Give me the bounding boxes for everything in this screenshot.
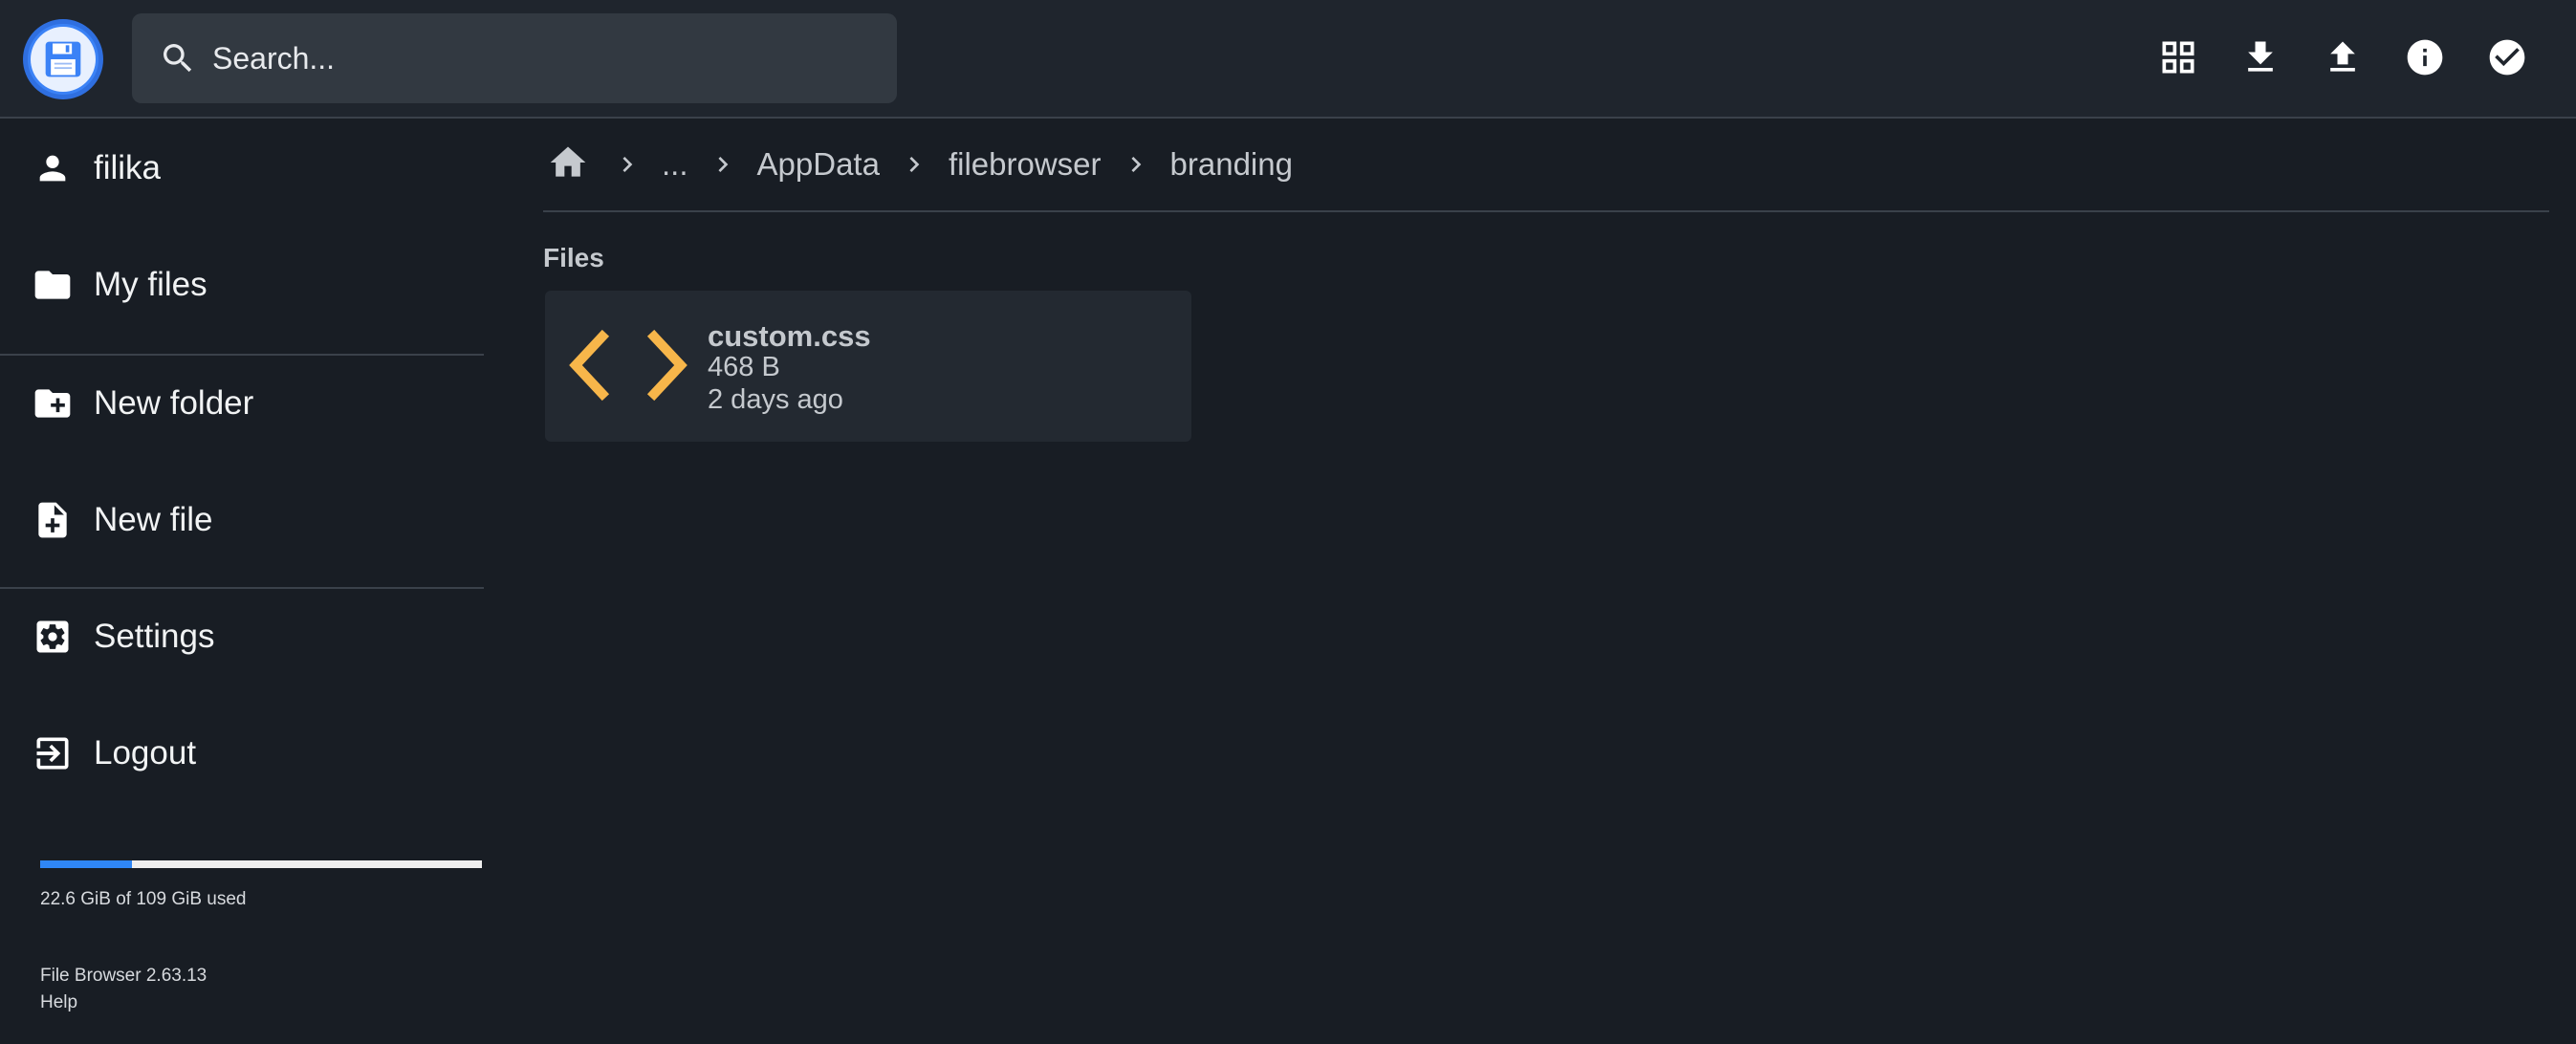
chevron-right-icon	[1119, 147, 1153, 182]
grid-view-icon	[2157, 36, 2199, 83]
file-size: 468 B	[708, 352, 780, 382]
file-item[interactable]: custom.css 468 B 2 days ago	[545, 291, 1191, 442]
sidebar-item-label: filika	[94, 149, 162, 186]
breadcrumb-home[interactable]	[543, 140, 593, 189]
breadcrumb-ellipsis[interactable]: ...	[662, 146, 688, 183]
code-icon	[566, 317, 690, 413]
sidebar-item-label: My files	[94, 266, 207, 303]
breadcrumb-filebrowser[interactable]: filebrowser	[949, 146, 1102, 183]
note-add-icon	[31, 498, 75, 542]
files-section-title: Files	[543, 243, 604, 272]
chevron-right-icon	[706, 147, 740, 182]
sidebar-item-label: New folder	[94, 384, 254, 422]
check-circle-icon	[2486, 36, 2528, 83]
home-icon	[547, 141, 589, 188]
sidebar-item-label: Logout	[94, 734, 197, 772]
download-button[interactable]	[2230, 29, 2291, 90]
sidebar-item-new-folder[interactable]: New folder	[0, 356, 484, 451]
sidebar-item-logout[interactable]: Logout	[0, 706, 484, 801]
breadcrumb-divider	[543, 210, 2549, 212]
app-version: File Browser 2.63.13	[40, 966, 207, 986]
chevron-right-icon	[610, 147, 644, 182]
chevron-right-icon	[897, 147, 931, 182]
floppy-disk-icon	[31, 27, 96, 92]
info-icon	[2404, 36, 2446, 83]
switch-view-button[interactable]	[2148, 29, 2209, 90]
create-folder-icon	[31, 381, 75, 425]
exit-icon	[31, 731, 75, 775]
sidebar-item-label: New file	[94, 501, 213, 538]
select-multiple-button[interactable]	[2477, 29, 2538, 90]
header-actions	[2127, 29, 2538, 90]
help-link[interactable]: Help	[40, 992, 77, 1013]
sidebar-item-user[interactable]: filika	[0, 120, 484, 216]
disk-usage-fill	[40, 860, 132, 868]
app-logo[interactable]	[23, 19, 103, 99]
sidebar-item-my-files[interactable]: My files	[0, 237, 484, 333]
search-input[interactable]	[212, 30, 862, 87]
breadcrumb-branding[interactable]: branding	[1170, 146, 1293, 183]
folder-icon	[31, 263, 75, 307]
person-icon	[31, 146, 75, 190]
file-modified: 2 days ago	[708, 384, 843, 415]
sidebar-item-label: Settings	[94, 618, 215, 655]
settings-applications-icon	[31, 615, 75, 659]
search-box[interactable]	[132, 13, 897, 103]
sidebar-item-new-file[interactable]: New file	[0, 472, 484, 568]
breadcrumb: ... AppData filebrowser branding	[543, 134, 1293, 195]
breadcrumb-appdata[interactable]: AppData	[757, 146, 880, 183]
sidebar-item-settings[interactable]: Settings	[0, 589, 484, 685]
disk-usage-bar	[40, 860, 482, 868]
info-button[interactable]	[2394, 29, 2456, 90]
upload-icon	[2322, 36, 2364, 83]
disk-usage-text: 22.6 GiB of 109 GiB used	[40, 889, 247, 909]
upload-button[interactable]	[2312, 29, 2373, 90]
file-name: custom.css	[708, 319, 871, 353]
top-bar	[0, 0, 2576, 119]
search-icon	[157, 37, 199, 79]
sidebar: filika My files New folder New file Sett…	[0, 120, 484, 1044]
download-icon	[2239, 36, 2281, 83]
